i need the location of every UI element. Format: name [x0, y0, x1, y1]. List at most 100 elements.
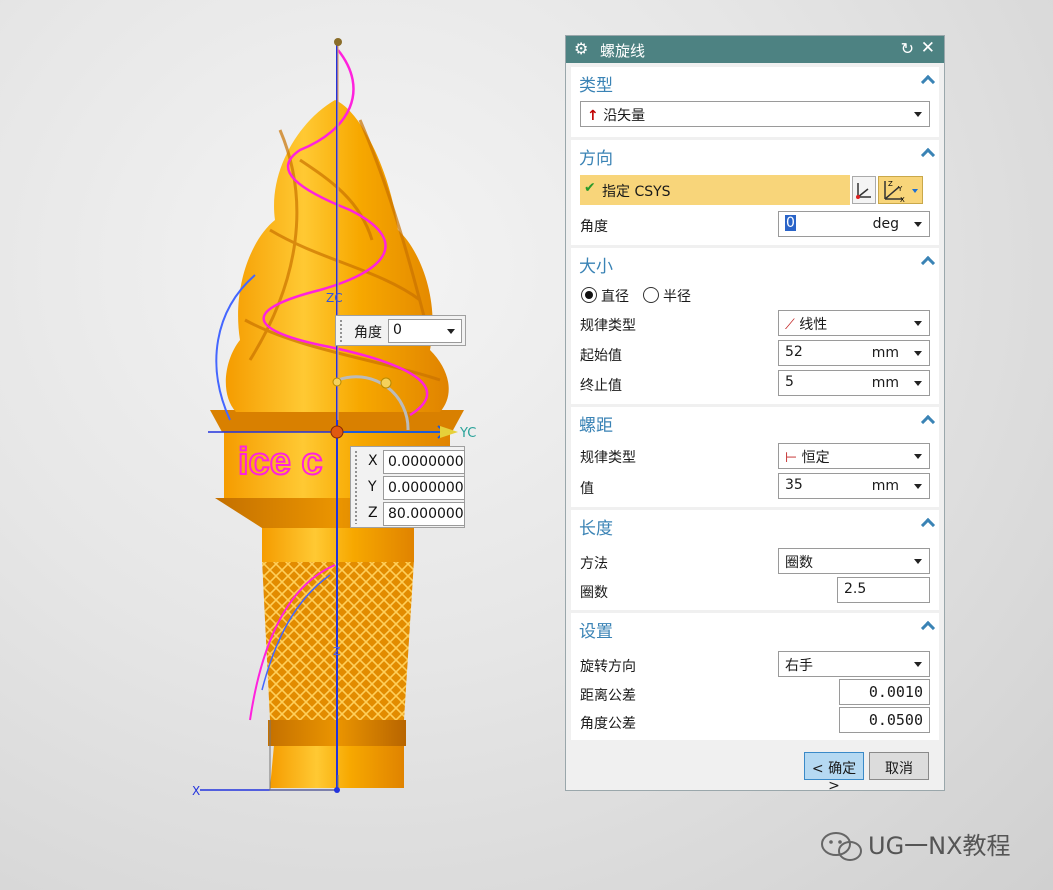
collapse-caret-icon[interactable] [920, 517, 936, 533]
chevron-down-icon[interactable] [914, 351, 922, 356]
cancel-button[interactable]: 取消 [869, 752, 929, 780]
section-pitch-title[interactable]: 螺距 [579, 411, 613, 436]
length-method-value: 圈数 [785, 555, 813, 571]
onscreen-angle-input[interactable]: 角度 0 [335, 315, 466, 346]
section-length: 长度 方法 圈数 圈数 2.5 [571, 510, 939, 610]
coord-z-label: Z [368, 505, 378, 521]
end-value-label: 终止值 [580, 378, 622, 394]
start-value: 52 [785, 344, 803, 360]
angle-tolerance-label: 角度公差 [580, 716, 636, 732]
section-pitch: 螺距 规律类型 ⊢ 恒定 值 35 mm [571, 407, 939, 507]
helix-dialog: ⚙ 螺旋线 ↻ ✕ 类型 ↑ 沿矢量 方向 ✔ 指定 CSYS ZYX 角度 0 [565, 35, 945, 794]
section-length-title[interactable]: 长度 [579, 514, 613, 539]
length-method-label: 方法 [580, 556, 608, 572]
onscreen-angle-value: 0 [393, 322, 402, 338]
collapse-caret-icon[interactable] [920, 414, 936, 430]
diameter-radio[interactable] [581, 287, 597, 303]
onscreen-angle-label: 角度 [354, 325, 382, 341]
pitch-value-input[interactable]: 35 mm [778, 473, 930, 499]
pitch-value: 35 [785, 477, 803, 493]
start-value-unit: mm [871, 345, 899, 361]
coord-y-label: Y [368, 479, 377, 495]
origin-point[interactable] [330, 425, 344, 439]
chevron-down-icon[interactable] [914, 559, 922, 564]
size-law-type-label: 规律类型 [580, 318, 636, 334]
turns-input[interactable]: 2.5 [837, 577, 930, 603]
end-value: 5 [785, 374, 794, 390]
collapse-caret-icon[interactable] [920, 255, 936, 271]
section-direction-title[interactable]: 方向 [579, 144, 613, 169]
end-value-input[interactable]: 5 mm [778, 370, 930, 396]
specify-csys-label: 指定 CSYS [602, 184, 671, 200]
type-select[interactable]: ↑ 沿矢量 [580, 101, 930, 127]
onscreen-coordinate-input[interactable]: X 0.0000000 Y 0.0000000 Z 80.000000 [350, 446, 465, 528]
csys-xyz-icon: ZYX [884, 180, 905, 204]
collapse-caret-icon[interactable] [920, 147, 936, 163]
csys-inferred-select[interactable]: ZYX [878, 176, 923, 204]
wechat-icon [821, 832, 862, 861]
length-method-select[interactable]: 圈数 [778, 548, 930, 574]
section-settings: 设置 旋转方向 右手 距离公差 0.0010 角度公差 0.0500 [571, 613, 939, 740]
chevron-down-icon[interactable] [914, 321, 922, 326]
coord-x-input[interactable]: 0.0000000 [383, 450, 465, 474]
pitch-value-label: 值 [580, 481, 594, 497]
chevron-down-icon[interactable] [914, 662, 922, 667]
ok-button[interactable]: < 确定 > [804, 752, 864, 794]
chevron-down-icon[interactable] [912, 189, 918, 193]
chevron-down-icon[interactable] [914, 222, 922, 227]
vector-arrow-icon: ↑ [587, 108, 599, 124]
dialog-title: 螺旋线 [600, 42, 646, 60]
size-law-type-select[interactable]: ⟋ 线性 [778, 310, 930, 336]
size-law-type-value: 线性 [799, 317, 828, 333]
angle-tolerance-input[interactable]: 0.0500 [839, 707, 930, 733]
start-value-input[interactable]: 52 mm [778, 340, 930, 366]
turns-label: 圈数 [580, 585, 608, 601]
coord-y-input[interactable]: 0.0000000 [383, 476, 465, 500]
helix-end-point[interactable] [334, 38, 342, 46]
csys-dialog-button[interactable] [852, 176, 876, 204]
chevron-down-icon[interactable] [914, 454, 922, 459]
checkmark-icon: ✔ [584, 180, 596, 196]
graphics-viewport[interactable]: ice c ZC YC X Z 角度 0 X 0.0000000 Y 0.000… [0, 0, 560, 890]
svg-text:X: X [900, 196, 905, 203]
coord-y-row: Y 0.0000000 [363, 476, 465, 500]
reset-icon[interactable]: ↻ [901, 39, 914, 58]
collapse-caret-icon[interactable] [920, 620, 936, 636]
coord-z-input[interactable]: 80.000000 [383, 502, 465, 526]
radius-radio[interactable] [643, 287, 659, 303]
dialog-titlebar[interactable]: ⚙ 螺旋线 ↻ ✕ [566, 36, 944, 63]
section-settings-title[interactable]: 设置 [579, 617, 613, 642]
distance-tolerance-label: 距离公差 [580, 688, 636, 704]
angle-drag-handle[interactable] [380, 377, 392, 389]
collapse-caret-icon[interactable] [920, 74, 936, 90]
ice-cream-model: ice c ZC YC X Z [192, 38, 476, 798]
radius-radio-label[interactable]: 半径 [663, 286, 691, 306]
chevron-down-icon[interactable] [914, 112, 922, 117]
section-type: 类型 ↑ 沿矢量 [571, 67, 939, 137]
direction-angle-label: 角度 [580, 219, 608, 235]
coord-x-row: X 0.0000000 [363, 450, 465, 474]
onscreen-angle-select[interactable]: 0 [388, 319, 462, 343]
rotation-direction-select[interactable]: 右手 [778, 651, 930, 677]
pitch-law-type-label: 规律类型 [580, 450, 636, 466]
close-icon[interactable]: ✕ [921, 38, 935, 58]
gear-icon[interactable]: ⚙ [574, 39, 588, 58]
direction-angle-input[interactable]: 0 deg [778, 211, 930, 237]
chevron-down-icon[interactable] [914, 381, 922, 386]
embossed-text: ice c [238, 441, 323, 483]
distance-tolerance-input[interactable]: 0.0010 [839, 679, 930, 705]
pitch-law-type-select[interactable]: ⊢ 恒定 [778, 443, 930, 469]
diameter-radio-label[interactable]: 直径 [601, 286, 629, 306]
section-size: 大小 直径 半径 规律类型 ⟋ 线性 起始值 52 mm 终止值 5 mm [571, 248, 939, 404]
section-size-title[interactable]: 大小 [579, 252, 613, 277]
yc-axis-label: YC [459, 426, 476, 441]
chevron-down-icon[interactable] [914, 484, 922, 489]
section-type-title[interactable]: 类型 [579, 71, 613, 96]
specify-csys-row[interactable]: ✔ 指定 CSYS [580, 175, 850, 205]
turns-value: 2.5 [844, 581, 867, 597]
rotation-direction-label: 旋转方向 [580, 659, 636, 675]
pitch-value-unit: mm [871, 478, 899, 494]
end-value-unit: mm [871, 375, 899, 391]
chevron-down-icon[interactable] [447, 329, 455, 334]
start-value-label: 起始值 [580, 348, 622, 364]
